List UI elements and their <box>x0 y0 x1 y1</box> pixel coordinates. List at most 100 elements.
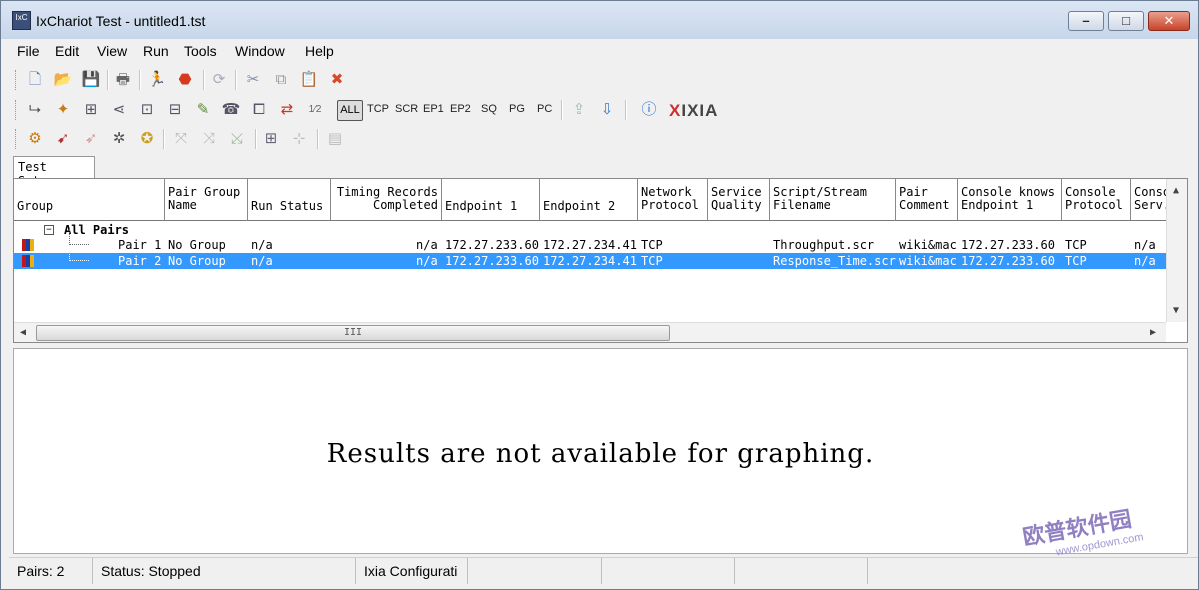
table-row-selected[interactable]: Pair 2 No Group n/a n/a 172.27.233.60 17… <box>14 245 1166 269</box>
menu-window[interactable]: Window <box>235 43 285 59</box>
info-icon[interactable]: ⓘ <box>639 100 659 120</box>
col-service-quality[interactable]: Service Quality <box>708 179 770 221</box>
scroll-left-icon[interactable]: ◀ <box>20 327 26 338</box>
minimize-button[interactable]: – <box>1068 11 1104 31</box>
scroll-up-icon[interactable]: ▲ <box>1173 185 1179 196</box>
col-pair-group-name[interactable]: Pair Group Name <box>165 179 248 221</box>
cell-comment: wiki&mac <box>899 254 957 268</box>
refresh-icon[interactable]: ⟳ <box>209 70 229 90</box>
results-graph-area: Results are not available for graphing. <box>13 348 1188 554</box>
stop-icon[interactable]: ⬣ <box>175 70 195 90</box>
cell-console-server: n/a <box>1134 254 1156 268</box>
col-timing-records[interactable]: Timing Records Completed <box>331 179 442 221</box>
title-bar[interactable]: IxC IxChariot Test - untitled1.tst – □ ✕ <box>1 1 1198 39</box>
vertical-scrollbar[interactable]: ▲ ▼ <box>1166 179 1187 322</box>
cell-pair: Pair 2 <box>118 254 162 268</box>
col-network-protocol[interactable]: Network Protocol <box>638 179 708 221</box>
export-icon[interactable]: ⇪ <box>569 100 589 120</box>
response-time-icon[interactable]: ➶ <box>81 129 101 149</box>
renumber-icon[interactable]: 1⁄2 <box>305 100 325 120</box>
layout-table-icon[interactable]: ▤ <box>325 129 345 149</box>
menu-run[interactable]: Run <box>143 43 169 59</box>
sort-pc-button[interactable]: PC <box>537 103 552 115</box>
edit-pair-icon[interactable]: ⊞ <box>81 100 101 120</box>
toolbar-grip[interactable] <box>15 70 18 90</box>
scroll-right-icon[interactable]: ▶ <box>1150 327 1156 338</box>
grid-header: Group Pair Group Name Run Status Timing … <box>14 179 1187 221</box>
col-console-protocol[interactable]: Console Protocol <box>1062 179 1131 221</box>
layout-grid-icon[interactable]: ⊞ <box>261 129 281 149</box>
menu-edit[interactable]: Edit <box>55 43 79 59</box>
sort-sq-button[interactable]: SQ <box>481 103 497 115</box>
copy-icon[interactable]: ⧉ <box>271 70 291 90</box>
app-window: IxC IxChariot Test - untitled1.tst – □ ✕… <box>0 0 1199 590</box>
add-multicast-icon[interactable]: ✦ <box>53 100 73 120</box>
multicast-group-icon[interactable]: ⋖ <box>109 100 129 120</box>
scroll-down-icon[interactable]: ▼ <box>1173 305 1179 316</box>
application-group-icon[interactable]: ⧠ <box>249 100 269 120</box>
col-endpoint-2[interactable]: Endpoint 2 <box>540 179 638 221</box>
sort-scr-button[interactable]: SCR <box>395 103 418 115</box>
sort-ep1-button[interactable]: EP1 <box>423 103 444 115</box>
table-row[interactable]: Pair 1 No Group n/a n/a 172.27.233.60 17… <box>14 229 1166 253</box>
cell-ep2: 172.27.234.41 <box>543 254 637 268</box>
maximize-button[interactable]: □ <box>1108 11 1144 31</box>
throughput-icon[interactable]: ➹ <box>53 129 73 149</box>
hardware-pair-icon[interactable]: ⊡ <box>137 100 157 120</box>
cut-icon[interactable]: ✂ <box>243 70 263 90</box>
close-button[interactable]: ✕ <box>1148 11 1190 31</box>
cell-console-protocol: TCP <box>1065 238 1087 252</box>
menu-file[interactable]: File <box>17 43 40 59</box>
settings-icon[interactable]: ✪ <box>137 129 157 149</box>
horizontal-scroll-thumb[interactable]: III <box>36 325 670 341</box>
group-expand-icon[interactable]: ⤧ <box>171 129 191 149</box>
toolbar-grip[interactable] <box>15 129 18 149</box>
network-icon[interactable]: ✲ <box>109 129 129 149</box>
menu-view[interactable]: View <box>97 43 127 59</box>
col-group[interactable]: Group <box>14 179 165 221</box>
pair-toolbar: ⮡ ✦ ⊞ ⋖ ⊡ ⊟ ✎ ☎ ⧠ ⇄ 1⁄2 ALL TCP SCR EP1 … <box>9 96 1198 124</box>
col-endpoint-1[interactable]: Endpoint 1 <box>442 179 540 221</box>
collapse-group-toggle[interactable]: − <box>44 225 54 235</box>
tab-test-setup[interactable]: Test Setup <box>13 156 95 188</box>
hardware-icon[interactable]: ⚙ <box>25 129 45 149</box>
sort-pg-button[interactable]: PG <box>509 103 525 115</box>
edit-script-icon[interactable]: ✎ <box>193 100 213 120</box>
sort-tcp-button[interactable]: TCP <box>367 103 389 115</box>
horizontal-scrollbar[interactable]: ◀ III ▶ <box>14 322 1166 342</box>
group-refresh-icon[interactable]: ⤩ <box>227 129 247 149</box>
status-pairs: Pairs: 2 <box>9 558 93 584</box>
layout-tree-icon[interactable]: ⊹ <box>289 129 309 149</box>
cell-group-name: No Group <box>168 254 226 268</box>
pair-icon <box>22 255 34 267</box>
swap-endpoints-icon[interactable]: ⇄ <box>277 100 297 120</box>
sort-ep2-button[interactable]: EP2 <box>450 103 471 115</box>
print-icon[interactable]: 🖶 <box>113 70 133 90</box>
col-run-status[interactable]: Run Status <box>248 179 331 221</box>
add-pair-icon[interactable]: ⮡ <box>25 100 45 120</box>
new-file-icon[interactable]: 🗋 <box>25 70 45 90</box>
col-script-filename[interactable]: Script/Stream Filename <box>770 179 896 221</box>
paste-icon[interactable]: 📋 <box>299 70 319 90</box>
save-results-icon[interactable]: ⇩ <box>597 100 617 120</box>
toolbar-grip[interactable] <box>15 100 18 120</box>
menu-help[interactable]: Help <box>305 43 334 59</box>
cell-console-ep1: 172.27.233.60 <box>961 238 1055 252</box>
col-pair-comment[interactable]: Pair Comment <box>896 179 958 221</box>
cell-ep2: 172.27.234.41 <box>543 238 637 252</box>
delete-icon[interactable]: ✖ <box>327 70 347 90</box>
cell-run-status: n/a <box>251 254 273 268</box>
menu-tools[interactable]: Tools <box>184 43 217 59</box>
show-all-button[interactable]: ALL <box>337 100 363 121</box>
save-icon[interactable]: 💾 <box>81 70 101 90</box>
status-bar: Pairs: 2 Status: Stopped Ixia Configurat… <box>9 557 1198 584</box>
group-toolbar: ⚙ ➹ ➶ ✲ ✪ ⤧ ⤨ ⤩ ⊞ ⊹ ▤ <box>9 125 1198 153</box>
group-collapse-icon[interactable]: ⤨ <box>199 129 219 149</box>
voip-pair-icon[interactable]: ☎ <box>221 100 241 120</box>
col-console-server[interactable]: Conso Serv. <box>1131 179 1171 221</box>
run-icon[interactable]: 🏃 <box>147 70 167 90</box>
ixia-logo: XIXIA <box>669 101 719 120</box>
open-folder-icon[interactable]: 📂 <box>53 70 73 90</box>
video-pair-icon[interactable]: ⊟ <box>165 100 185 120</box>
col-console-knows-endpoint-1[interactable]: Console knows Endpoint 1 <box>958 179 1062 221</box>
